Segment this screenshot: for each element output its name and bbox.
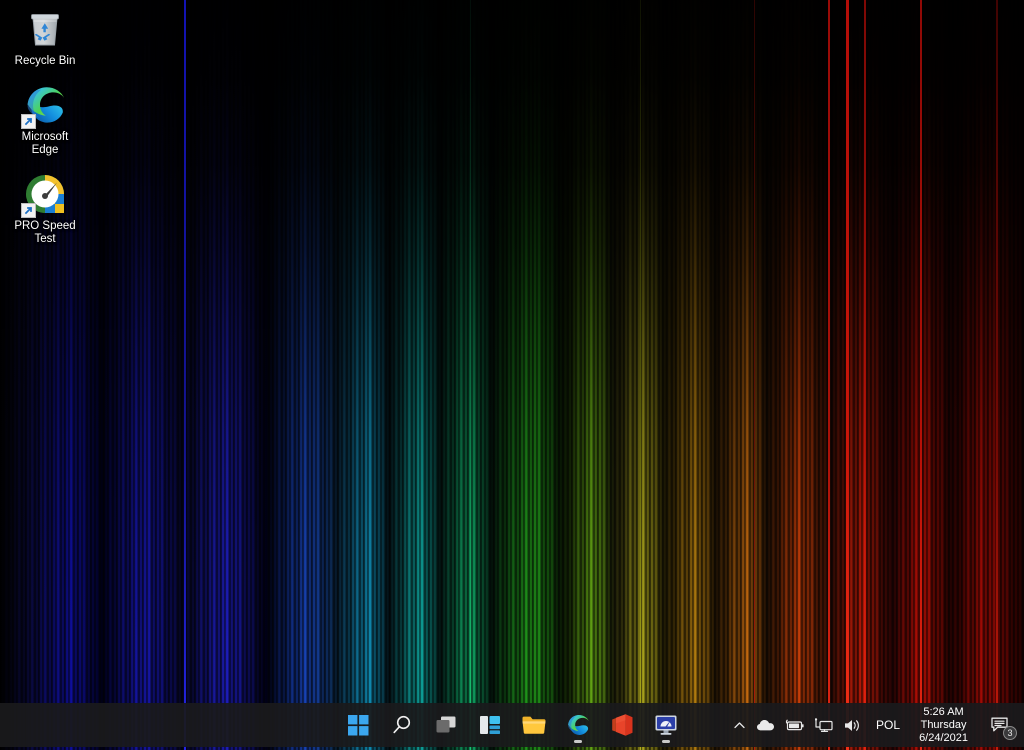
edge-icon: [21, 82, 68, 129]
notification-count-badge: 3: [1003, 726, 1017, 740]
taskbar-button-microsoft-edge[interactable]: [556, 705, 600, 745]
office-icon: [611, 714, 632, 736]
wallpaper-streak: [864, 0, 866, 750]
desktop-wallpaper: [0, 0, 1024, 750]
wallpaper-streak: [640, 0, 641, 750]
taskbar-button-widgets[interactable]: [468, 705, 512, 745]
tray-icon-volume[interactable]: [838, 705, 867, 745]
wallpaper-streak: [920, 0, 922, 750]
search-icon: [393, 715, 411, 734]
tray-icon-network[interactable]: [810, 705, 838, 745]
tray-icon-onedrive[interactable]: [751, 705, 780, 745]
taskbar-active-indicator: [662, 740, 670, 743]
taskbar-button-search[interactable]: [380, 705, 424, 745]
windows-logo-icon: [347, 714, 368, 735]
taskbar-button-pro-speed-test[interactable]: [644, 705, 688, 745]
shortcut-arrow-icon: [21, 203, 36, 218]
task-view-icon: [436, 716, 456, 733]
edge-icon: [568, 714, 589, 735]
desktop[interactable]: Recycle Bin Microsoft Edge PRO Speed Tes…: [0, 0, 1024, 750]
shortcut-arrow-icon: [21, 114, 36, 129]
speedometer-icon: [21, 171, 68, 218]
wallpaper-streak: [470, 0, 471, 750]
tray-clock[interactable]: 5:26 AM Thursday 6/24/2021: [909, 705, 978, 745]
speaker-icon: [845, 719, 859, 731]
widgets-icon: [480, 716, 500, 734]
monitor-icon: [655, 715, 677, 735]
chevron-up-icon: [734, 721, 745, 728]
wallpaper-vertical-shade: [0, 0, 1024, 750]
tray-icon-battery[interactable]: [780, 705, 810, 745]
system-tray[interactable]: POL 5:26 AM Thursday 6/24/2021 3: [728, 703, 1024, 747]
desktop-icon-label: Recycle Bin: [14, 55, 76, 67]
network-monitor-icon: [815, 717, 833, 732]
tray-language-indicator[interactable]: POL: [867, 705, 909, 745]
cloud-icon: [757, 720, 775, 731]
desktop-icon-pro-speed-test[interactable]: PRO Speed Test: [7, 171, 83, 246]
desktop-icon-microsoft-edge[interactable]: Microsoft Edge: [7, 82, 83, 157]
tray-clock-time: 5:26 AM: [923, 705, 964, 718]
wallpaper-streak: [828, 0, 830, 750]
taskbar-button-microsoft-office[interactable]: [600, 705, 644, 745]
tray-notifications-button[interactable]: 3: [980, 705, 1020, 745]
taskbar-active-indicator: [574, 740, 582, 743]
wallpaper-streak: [846, 0, 849, 750]
wallpaper-streak: [184, 0, 186, 750]
wallpaper-streak: [996, 0, 998, 750]
taskbar-button-file-explorer[interactable]: [512, 705, 556, 745]
tray-clock-day: Thursday: [920, 718, 967, 731]
desktop-icon-label: Microsoft Edge: [21, 131, 69, 156]
tray-clock-date: 6/24/2021: [919, 731, 968, 744]
folder-icon: [522, 716, 546, 734]
taskbar-button-start[interactable]: [336, 705, 380, 745]
tray-show-hidden-icons[interactable]: [728, 705, 751, 745]
taskbar[interactable]: POL 5:26 AM Thursday 6/24/2021 3: [0, 703, 1024, 747]
wallpaper-streak: [754, 0, 755, 750]
battery-icon: [785, 719, 804, 730]
recycle-bin-icon: [22, 6, 68, 52]
taskbar-button-task-view[interactable]: [424, 705, 468, 745]
desktop-icon-label: PRO Speed Test: [14, 220, 76, 245]
desktop-icon-recycle-bin[interactable]: Recycle Bin: [7, 6, 83, 68]
desktop-icon-grid[interactable]: Recycle Bin Microsoft Edge PRO Speed Tes…: [0, 0, 90, 260]
